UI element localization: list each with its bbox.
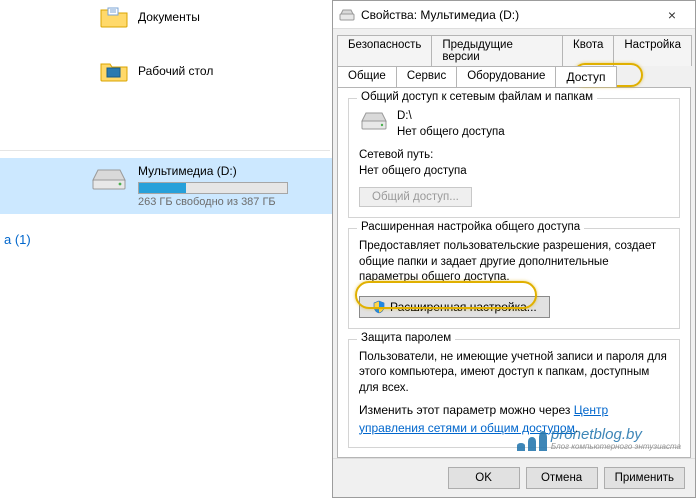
watermark: pronetblog.by Блог компьютерного энтузиа… [517,427,681,451]
tab-quota[interactable]: Квота [562,35,614,66]
folder-icon [100,60,128,82]
watermark-bars-icon [517,431,547,451]
folder-icon [100,6,128,28]
titlebar: Свойства: Мультимедиа (D:) × [333,1,695,29]
netpath-value: Нет общего доступа [359,164,669,180]
properties-dialog: Свойства: Мультимедиа (D:) × Безопасност… [332,0,696,498]
folder-documents[interactable]: Документы [0,0,330,34]
hdd-icon [359,111,389,131]
partial-link[interactable]: а (1) [0,228,31,247]
explorer-pane: Документы Рабочий стол 78,7 ГБ Мультимед… [0,0,330,500]
hdd-icon [90,164,128,190]
share-path: D:\ [397,109,505,125]
share-button[interactable]: Общий доступ... [359,187,472,207]
netpath-label: Сетевой путь: [359,148,669,164]
separator [0,150,330,151]
group-advanced-sharing: Расширенная настройка общего доступа Пре… [348,228,680,329]
advanced-btn-label: Расширенная настройка... [390,300,537,314]
drive-usage-fill [139,183,186,193]
drive-usage-bar [138,182,288,194]
window-title: Свойства: Мультимедиа (D:) [361,8,655,22]
group-title: Защита паролем [357,332,455,344]
group-network-sharing: Общий доступ к сетевым файлам и папкам D… [348,98,680,218]
tab-previous-versions[interactable]: Предыдущие версии [431,35,563,66]
tab-strip: Безопасность Предыдущие версии Квота Нас… [333,29,695,87]
hdd-icon [339,9,355,21]
ok-button[interactable]: OK [448,467,520,489]
drive-free-text: 263 ГБ свободно из 387 ГБ [138,196,288,208]
share-status: Нет общего доступа [397,125,505,141]
tab-customize[interactable]: Настройка [613,35,692,66]
tab-sharing-label: Доступ [566,70,605,84]
pwd-link-prefix: Изменить этот параметр можно через [359,403,574,417]
folder-desktop[interactable]: Рабочий стол [0,54,330,88]
drive-name: Мультимедиа (D:) [138,164,288,178]
advanced-desc: Предоставляет пользовательские разрешени… [359,239,669,286]
tab-security[interactable]: Безопасность [337,35,432,66]
apply-button[interactable]: Применить [604,467,685,489]
tab-sharing[interactable]: Доступ [555,66,616,87]
tab-tools[interactable]: Сервис [396,66,457,87]
tab-hardware[interactable]: Оборудование [456,66,556,87]
pwd-desc: Пользователи, не имеющие учетной записи … [359,350,669,397]
folder-label: Документы [138,10,200,24]
group-title: Расширенная настройка общего доступа [357,221,584,233]
advanced-sharing-button[interactable]: Расширенная настройка... [359,296,550,318]
watermark-name: pronetblog.by [551,427,681,442]
drive-row-d[interactable]: Мультимедиа (D:) 263 ГБ свободно из 387 … [0,158,332,214]
close-button[interactable]: × [655,4,689,26]
tab-content-sharing: Общий доступ к сетевым файлам и папкам D… [337,87,691,458]
watermark-sub: Блог компьютерного энтузиаста [551,442,681,451]
dialog-footer: OK Отмена Применить [333,458,695,497]
group-title: Общий доступ к сетевым файлам и папкам [357,91,597,103]
folder-label: Рабочий стол [138,64,213,78]
shield-icon [372,300,386,314]
tab-general[interactable]: Общие [337,66,397,87]
cancel-button[interactable]: Отмена [526,467,598,489]
drive-info: Мультимедиа (D:) 263 ГБ свободно из 387 … [138,164,288,208]
